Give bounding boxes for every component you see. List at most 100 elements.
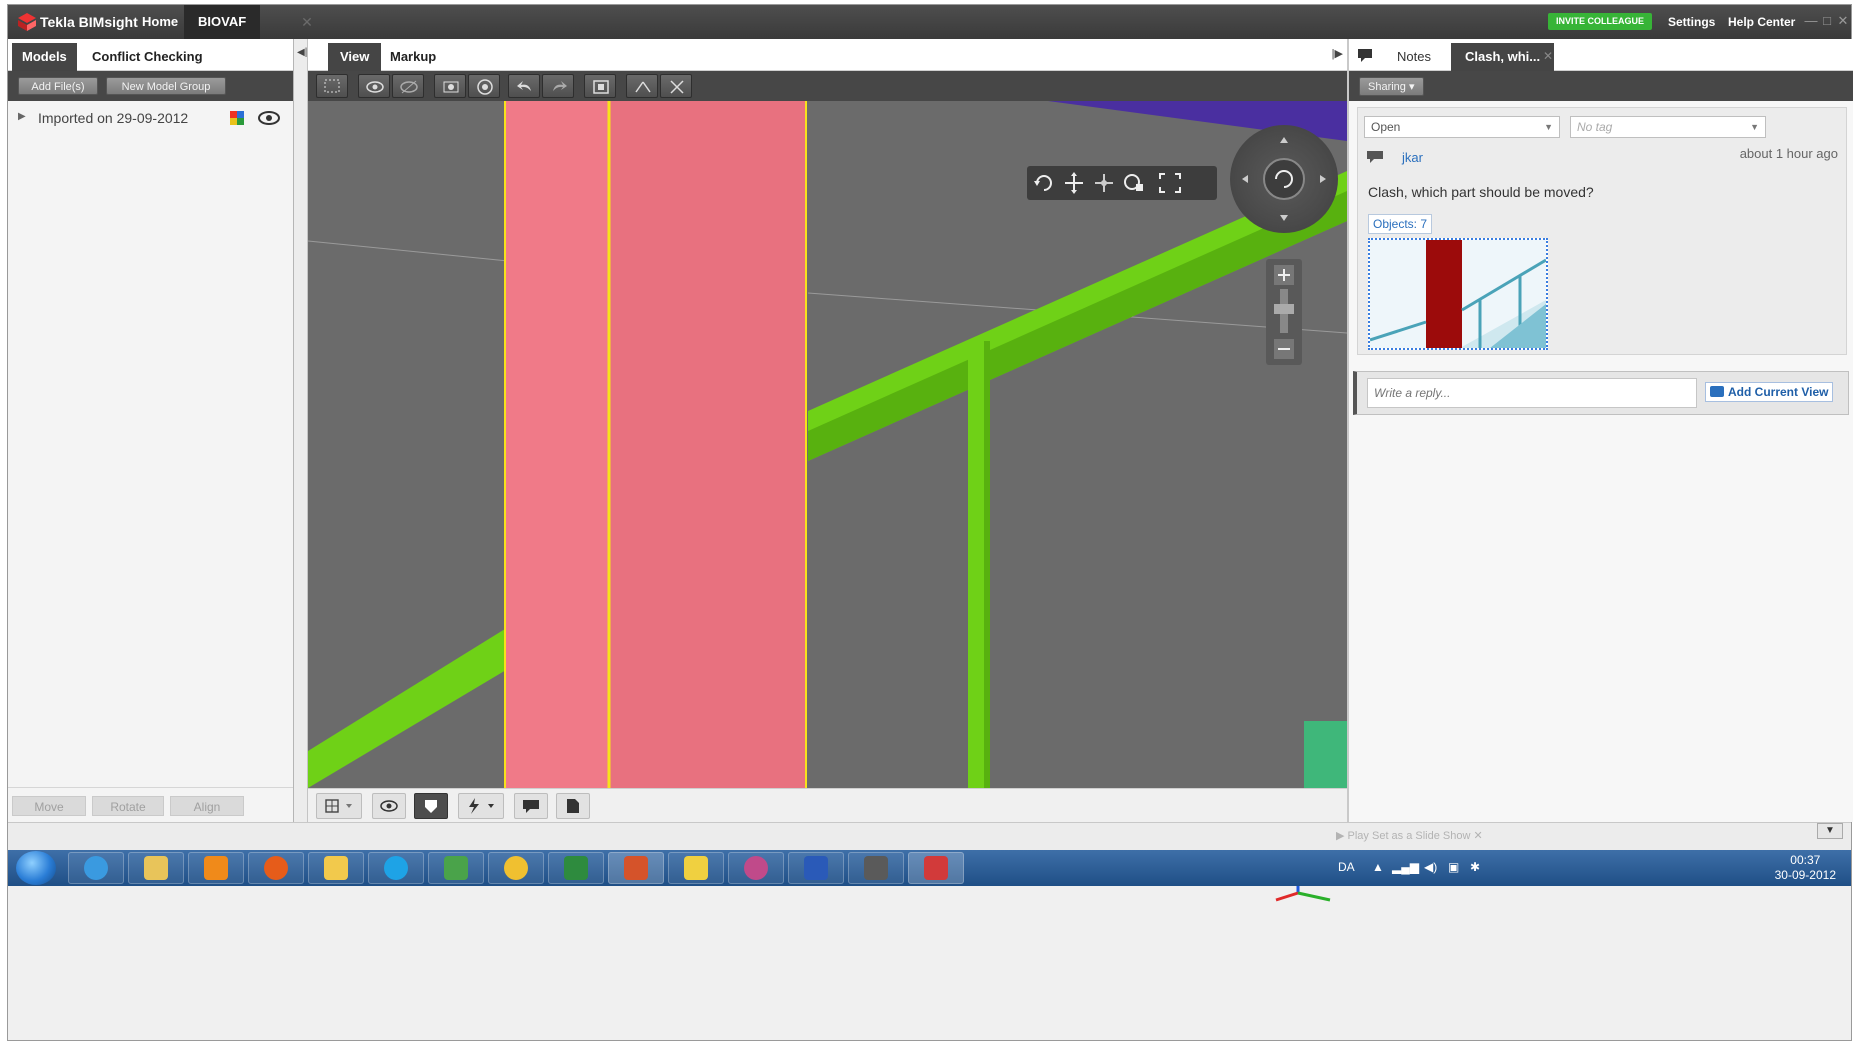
new-model-group-button[interactable]: New Model Group [106,77,226,95]
hide-icon[interactable] [392,74,424,98]
close-project-icon[interactable]: ✕ [298,14,316,30]
taskbar-media-icon[interactable] [188,852,244,884]
add-files-button[interactable]: Add File(s) [18,77,98,95]
select-box-icon[interactable] [316,74,348,98]
notes-list-icon[interactable] [1357,47,1373,63]
view-cube-dropdown-icon[interactable] [316,793,362,819]
isolate-icon[interactable] [468,74,500,98]
eye-toggle-icon[interactable] [372,793,406,819]
nav-home[interactable]: Home [128,5,192,39]
align-button[interactable]: Align [170,796,244,816]
rotate-button[interactable]: Rotate [92,796,164,816]
tab-conflict-checking[interactable]: Conflict Checking [82,43,213,71]
title-bar: Tekla BIMsight Home BIOVAF ✕ INVITE COLL… [8,5,1851,39]
clock[interactable]: 00:37 30-09-2012 [1775,853,1836,883]
close-window-icon[interactable]: ✕ [1836,13,1850,29]
tab-models[interactable]: Models [12,43,77,71]
taskbar-firefox-icon[interactable] [248,852,304,884]
bluetooth-icon[interactable]: ✱ [1470,860,1480,874]
taskbar-outlook-icon[interactable] [308,852,364,884]
reply-input[interactable] [1367,378,1697,408]
status-select[interactable]: Open ▼ [1364,116,1560,138]
document-icon[interactable] [556,793,590,819]
show-only-icon[interactable] [358,74,390,98]
visibility-eye-icon[interactable] [258,111,280,125]
add-current-view-button[interactable]: Add Current View [1705,382,1834,402]
notes-tabs: Notes Clash, whi... ✕ [1349,39,1853,71]
taskbar-ie-icon[interactable] [68,852,124,884]
taskbar-word-icon[interactable] [788,852,844,884]
tools-icon: ✕ [1473,830,1483,842]
taskbar-skype-icon[interactable] [368,852,424,884]
model-tree-item[interactable]: ▶ Imported on 29-09-2012 [18,107,290,131]
language-indicator[interactable]: DA [1338,860,1355,874]
minimize-icon[interactable]: — [1804,13,1818,28]
lightning-dropdown-icon[interactable] [458,793,504,819]
chevron-down-icon: ▾ [1408,81,1415,93]
collapse-right-icon[interactable]: |▶ [1332,47,1343,60]
sharing-label: Sharing [1368,81,1406,93]
help-center-link[interactable]: Help Center [1728,15,1795,29]
taskbar-explorer-icon[interactable] [128,852,184,884]
volume-icon[interactable]: ◀) [1424,860,1437,874]
move-button[interactable]: Move [12,796,86,816]
shield-view-icon[interactable] [414,793,448,819]
tab-clash-note[interactable]: Clash, whi... [1451,43,1555,71]
fit-view-icon[interactable] [584,74,616,98]
note-author[interactable]: jkar [1402,150,1423,165]
clear-measure-icon[interactable] [660,74,692,98]
tray-arrow-icon[interactable]: ▲ [1372,860,1384,874]
slideshow-link[interactable]: ▶ Play Set as a Slide Show ✕ [1336,829,1483,842]
left-bottom-toolbar: Move Rotate Align [8,787,293,821]
orbit-icon[interactable] [1031,171,1057,195]
left-panel: Models Conflict Checking Add File(s) New… [8,39,294,822]
tag-placeholder: No tag [1577,120,1613,134]
signal-icon[interactable]: ▂▄▆ [1392,860,1419,874]
camera-icon [1710,386,1724,397]
network-tray-icon[interactable]: ▣ [1448,860,1459,874]
settings-link[interactable]: Settings [1668,15,1715,29]
taskbar-excel-icon[interactable] [548,852,604,884]
tab-notes[interactable]: Notes [1383,43,1445,71]
undo-icon[interactable] [508,74,540,98]
invite-colleague-button[interactable]: INVITE COLLEAGUE [1548,13,1653,30]
look-around-icon[interactable] [1121,171,1147,195]
add-current-view-label: Add Current View [1728,385,1829,399]
tekla-logo-icon [18,13,36,31]
taskbar-search-icon[interactable] [488,852,544,884]
color-palette-icon[interactable] [230,111,244,125]
view-thumbnail[interactable] [1368,238,1548,350]
taskbar-network-icon[interactable] [728,852,784,884]
navigation-wheel[interactable] [1230,125,1338,233]
measure-icon[interactable] [626,74,658,98]
comment-icon[interactable] [514,793,548,819]
expand-panel-icon[interactable]: ▼ [1817,823,1843,839]
tag-select[interactable]: No tag ▼ [1570,116,1766,138]
start-button[interactable] [16,851,56,885]
tab-markup[interactable]: Markup [378,43,448,71]
notes-toolbar: Sharing ▾ [1349,71,1853,101]
show-all-icon[interactable] [434,74,466,98]
close-tab-icon[interactable]: ✕ [1543,49,1553,63]
objects-link[interactable]: Objects: 7 [1368,214,1433,234]
taskbar-help-icon[interactable] [668,852,724,884]
nav-project-biovaf[interactable]: BIOVAF [184,5,261,39]
model-scene[interactable] [308,101,1347,788]
status-value: Open [1371,120,1401,134]
taskbar-app-icon[interactable] [428,852,484,884]
walk-icon[interactable] [1091,171,1117,195]
redo-icon[interactable] [542,74,574,98]
zoom-slider[interactable] [1266,259,1302,365]
tab-view[interactable]: View [328,43,382,71]
taskbar-bimsight-icon[interactable] [908,852,964,884]
fullscreen-icon[interactable] [1157,171,1183,195]
collapse-left-icon[interactable]: ◀| [297,47,307,58]
status-strip: ▶ Play Set as a Slide Show ✕ ▼ [8,822,1851,850]
taskbar-tool-icon[interactable] [848,852,904,884]
pan-icon[interactable] [1061,171,1087,195]
taskbar-powerpoint-icon[interactable] [608,852,664,884]
left-splitter[interactable]: ◀| [294,39,308,822]
sharing-button[interactable]: Sharing ▾ [1359,77,1424,96]
maximize-icon[interactable]: □ [1820,13,1834,28]
expand-arrow-icon[interactable]: ▶ [18,111,26,122]
